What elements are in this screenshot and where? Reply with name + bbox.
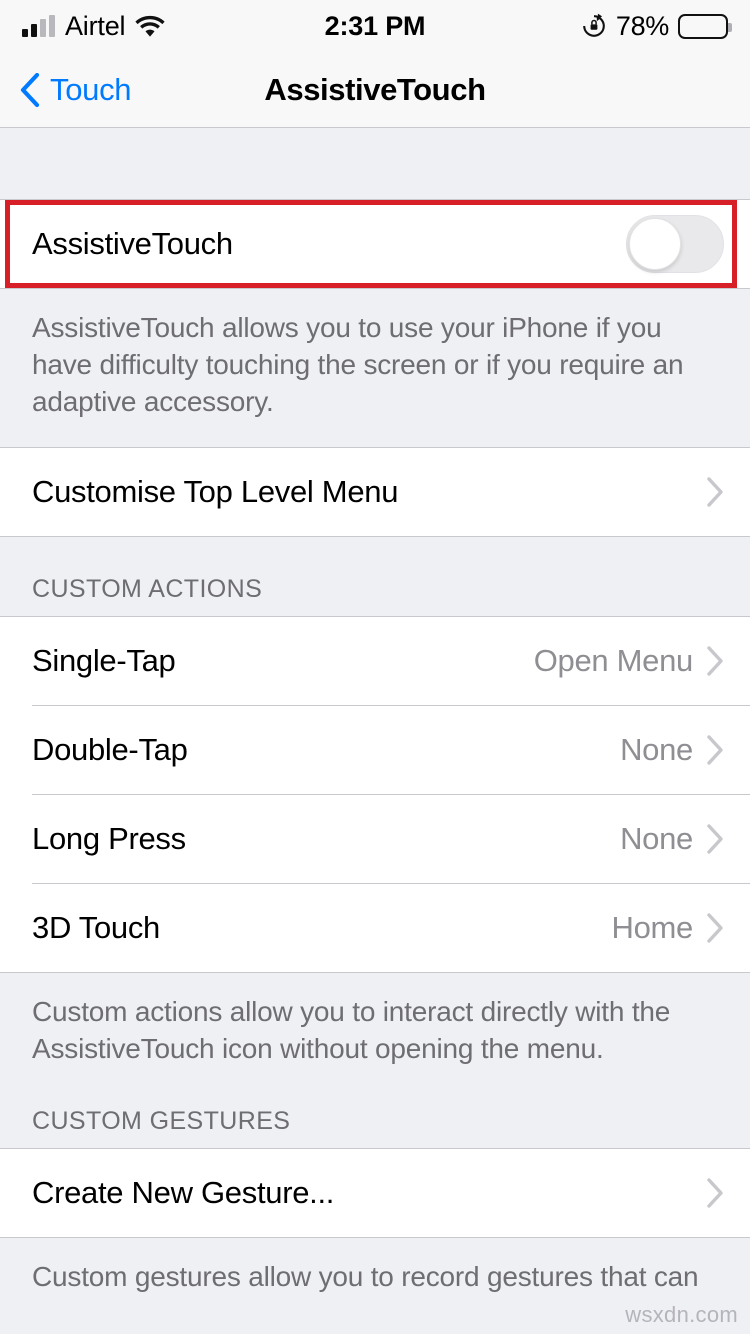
row-single-tap[interactable]: Single-Tap Open Menu: [0, 616, 750, 705]
chevron-right-icon: [707, 735, 724, 765]
back-button[interactable]: Touch: [20, 71, 132, 108]
section-header-custom-actions: CUSTOM ACTIONS: [0, 536, 750, 616]
row-value-single-tap: Open Menu: [533, 642, 694, 678]
row-label-customise-top-level-menu: Customise Top Level Menu: [32, 473, 399, 509]
row-label-single-tap: Single-Tap: [32, 642, 176, 678]
chevron-right-icon: [707, 477, 724, 507]
chevron-right-icon: [707, 913, 724, 943]
back-button-label: Touch: [50, 71, 132, 107]
assistivetouch-toggle-switch[interactable]: [626, 215, 724, 273]
navigation-bar: Touch AssistiveTouch: [0, 52, 750, 128]
chevron-right-icon: [707, 646, 724, 676]
row-value-double-tap: None: [620, 731, 693, 767]
row-double-tap[interactable]: Double-Tap None: [0, 705, 750, 794]
chevron-left-icon: [20, 72, 40, 107]
row-value-long-press: None: [620, 820, 693, 856]
row-3d-touch[interactable]: 3D Touch Home: [0, 883, 750, 972]
row-create-new-gesture[interactable]: Create New Gesture...: [0, 1149, 750, 1238]
row-label-assistivetouch: AssistiveTouch: [32, 226, 233, 261]
row-label-3d-touch: 3D Touch: [32, 909, 161, 945]
row-assistivetouch-toggle[interactable]: AssistiveTouch: [0, 200, 750, 288]
section-gap: [0, 128, 750, 199]
row-label-double-tap: Double-Tap: [32, 731, 188, 767]
row-value-3d-touch: Home: [611, 909, 694, 945]
row-label-long-press: Long Press: [32, 820, 186, 856]
chevron-right-icon: [707, 1178, 724, 1208]
watermark: wsxdn.com: [625, 1302, 738, 1327]
battery-icon: [678, 13, 732, 39]
row-label-create-new-gesture: Create New Gesture...: [32, 1175, 335, 1211]
assistivetouch-toggle-group: AssistiveTouch: [0, 199, 750, 289]
status-bar: Airtel 2:31 PM 78%: [0, 0, 750, 52]
row-long-press[interactable]: Long Press None: [0, 794, 750, 883]
iphone-screen: Airtel 2:31 PM 78% Touch AssistiveTouch …: [0, 0, 750, 1334]
section-header-custom-gestures: CUSTOM GESTURES: [0, 1093, 750, 1149]
status-bar-right: 78%: [375, 10, 732, 42]
custom-actions-group: Single-Tap Open Menu Double-Tap None Lon…: [0, 615, 750, 973]
assistivetouch-footer-text: AssistiveTouch allows you to use your iP…: [0, 289, 750, 447]
toggle-knob: [629, 218, 681, 270]
row-customise-top-level-menu[interactable]: Customise Top Level Menu: [0, 447, 750, 536]
battery-percentage-label: 78%: [615, 10, 669, 41]
chevron-right-icon: [707, 824, 724, 854]
rotation-lock-icon: [581, 13, 607, 39]
custom-actions-footer-text: Custom actions allow you to interact dir…: [0, 972, 750, 1094]
customise-menu-group: Customise Top Level Menu: [0, 446, 750, 537]
custom-gestures-group: Create New Gesture...: [0, 1148, 750, 1239]
